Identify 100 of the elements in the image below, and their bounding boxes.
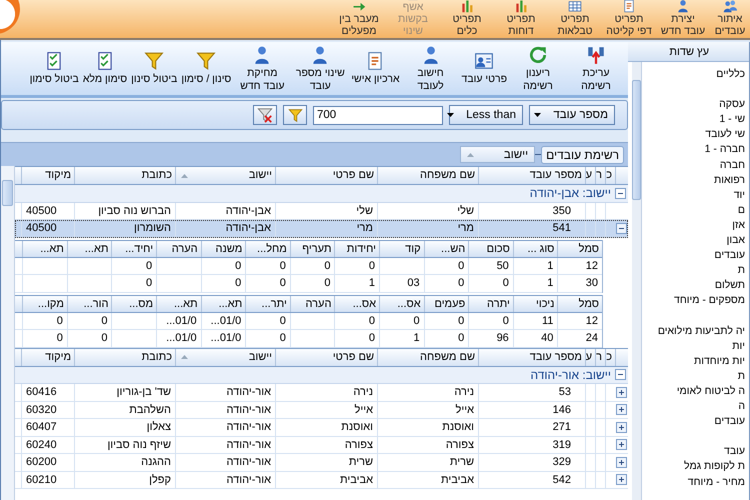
column-header[interactable]: ע [585,348,595,366]
column-header[interactable]: מספר עובד [478,348,585,366]
tree-item[interactable]: עסקה [642,97,749,112]
column-header[interactable]: משנה [200,240,246,256]
apply-filter-button[interactable] [283,105,307,125]
toolbar-button[interactable]: סימון מלא [82,51,128,86]
tree-item[interactable]: יות [642,338,749,354]
column-header[interactable]: אס... [334,296,380,312]
column-header[interactable]: תא... [200,296,246,312]
expand-toggle-icon[interactable] [616,456,627,468]
column-header[interactable]: יישוב [175,167,275,184]
column-header[interactable]: סמל [557,296,602,312]
tree-item[interactable]: שי לעובד [642,127,749,142]
tree-item[interactable]: מספקים - מיוחד [642,293,749,308]
column-header[interactable]: ניכוי [512,296,558,312]
clear-filter-button[interactable] [253,105,277,125]
column-header[interactable]: יחידות [334,240,380,256]
column-header[interactable]: ר [595,348,605,366]
column-header[interactable]: מס... [111,296,156,312]
scrollbar[interactable] [1,166,15,500]
toolbar-button[interactable]: סינון / סימון [180,51,232,86]
column-header[interactable]: תא... [156,296,201,312]
column-header[interactable]: שם משפחה [377,167,478,184]
tree-item[interactable]: תשלום [642,278,749,294]
column-header[interactable]: מקו... [22,296,67,312]
tree-item[interactable]: ת [642,368,749,384]
tree-item[interactable]: שי - 1 [642,112,749,128]
tree-item[interactable]: חברה [642,158,749,173]
expand-toggle-icon[interactable] [616,474,627,486]
column-header[interactable]: תא... [66,240,112,256]
tree-item[interactable]: עובדים [642,414,749,430]
ribbon-button[interactable]: תפריט טבלאות [548,0,602,38]
filter-value-field[interactable]: 700 [313,106,443,124]
column-header[interactable]: אס... [379,296,424,312]
group-chip[interactable]: יישוב [460,146,536,163]
column-header[interactable]: ע [585,167,595,184]
expand-toggle-icon[interactable] [616,422,627,433]
column-header[interactable]: הור... [66,296,112,312]
ribbon-button[interactable]: תפריט כלים [440,0,494,38]
tree-item[interactable]: אבון [642,233,749,248]
ribbon-button[interactable]: איתור עובדים [710,0,750,38]
column-header[interactable]: כתובת [74,348,175,366]
column-header[interactable]: מיקוד [21,348,74,366]
tree-item[interactable]: יה לתביעות מילואים [642,324,749,339]
toolbar-button[interactable]: ריענון רשימה [510,44,566,92]
column-header[interactable]: סמל [557,240,602,256]
toolbar-button[interactable]: פרטי עובד [460,51,508,86]
ribbon-button[interactable]: תפריט דפי קליטה [602,0,656,38]
toolbar-button[interactable]: ביטול סימון [28,51,80,86]
collapse-toggle-icon[interactable] [615,369,626,380]
field-dropdown[interactable]: מספר עובד [529,105,615,125]
tree-item[interactable]: עובד [642,444,749,460]
operator-dropdown[interactable]: Less than [449,105,523,125]
tree-item[interactable]: מחיר - מיוחד [642,474,749,490]
column-header[interactable]: מיקוד [21,167,74,184]
expand-toggle-icon[interactable] [616,222,627,234]
column-header[interactable]: כ [605,348,615,366]
ribbon-button[interactable]: תפריט דוחות [494,0,548,38]
column-header[interactable]: תעריף [290,240,334,256]
tree-item[interactable]: עובדים [642,248,749,264]
tree-item[interactable]: חברה - 1 [642,142,749,158]
toolbar-button[interactable]: חישוב לעובד [402,44,459,92]
ribbon-button[interactable]: מעבר בין מפעלים [332,0,386,38]
column-header[interactable]: שם משפחה [377,348,478,366]
tree-item[interactable]: כלליים [642,67,749,82]
column-header[interactable]: הערה [290,296,334,312]
expand-toggle-icon[interactable] [616,439,627,450]
toolbar-button[interactable]: מחיקת עובד חדש [234,44,290,92]
column-header[interactable]: שם פרטי [275,348,377,366]
tree-item[interactable]: יוד [642,188,749,203]
tree-item[interactable]: ם [642,202,749,218]
tree-item[interactable]: יות מיוחדות [642,354,749,369]
column-header[interactable]: פעמים [424,296,468,312]
column-header[interactable]: קוד [379,240,424,256]
column-header[interactable]: ר [595,167,605,184]
column-header[interactable]: הש... [424,240,468,256]
column-header[interactable]: יחיד... [111,240,156,256]
column-header[interactable]: יתרה [468,296,513,312]
scrollbar[interactable] [632,62,642,500]
toolbar-button[interactable]: ביטול סינון [130,51,178,86]
tree-item[interactable]: ת [642,263,749,278]
tree-item[interactable]: ת לקופות גמל [642,459,749,475]
toolbar-button[interactable]: עריכת רשימה [568,44,624,92]
column-header[interactable]: כתובת [74,167,175,184]
column-header[interactable]: יתר... [245,296,290,312]
column-header[interactable]: שם פרטי [275,167,377,184]
ribbon-button[interactable]: יצירת עובד חדש [656,0,710,38]
toolbar-button[interactable]: ארכיון אישי [350,51,401,86]
collapse-toggle-icon[interactable] [615,188,626,199]
column-header[interactable]: מספר עובד [478,167,585,184]
column-header[interactable]: כ [605,167,615,184]
column-header[interactable]: הערה [156,240,201,256]
column-header[interactable]: סוג ... [512,240,558,256]
toolbar-button[interactable]: שינוי מספר עובד [292,44,348,92]
expand-toggle-icon[interactable] [616,386,627,398]
column-header[interactable]: סכום [468,240,513,256]
expand-toggle-icon[interactable] [616,404,627,416]
tree-item[interactable]: ה [642,399,749,414]
column-header[interactable]: תא... [22,240,67,256]
tree-item[interactable]: רפואות [642,172,749,188]
